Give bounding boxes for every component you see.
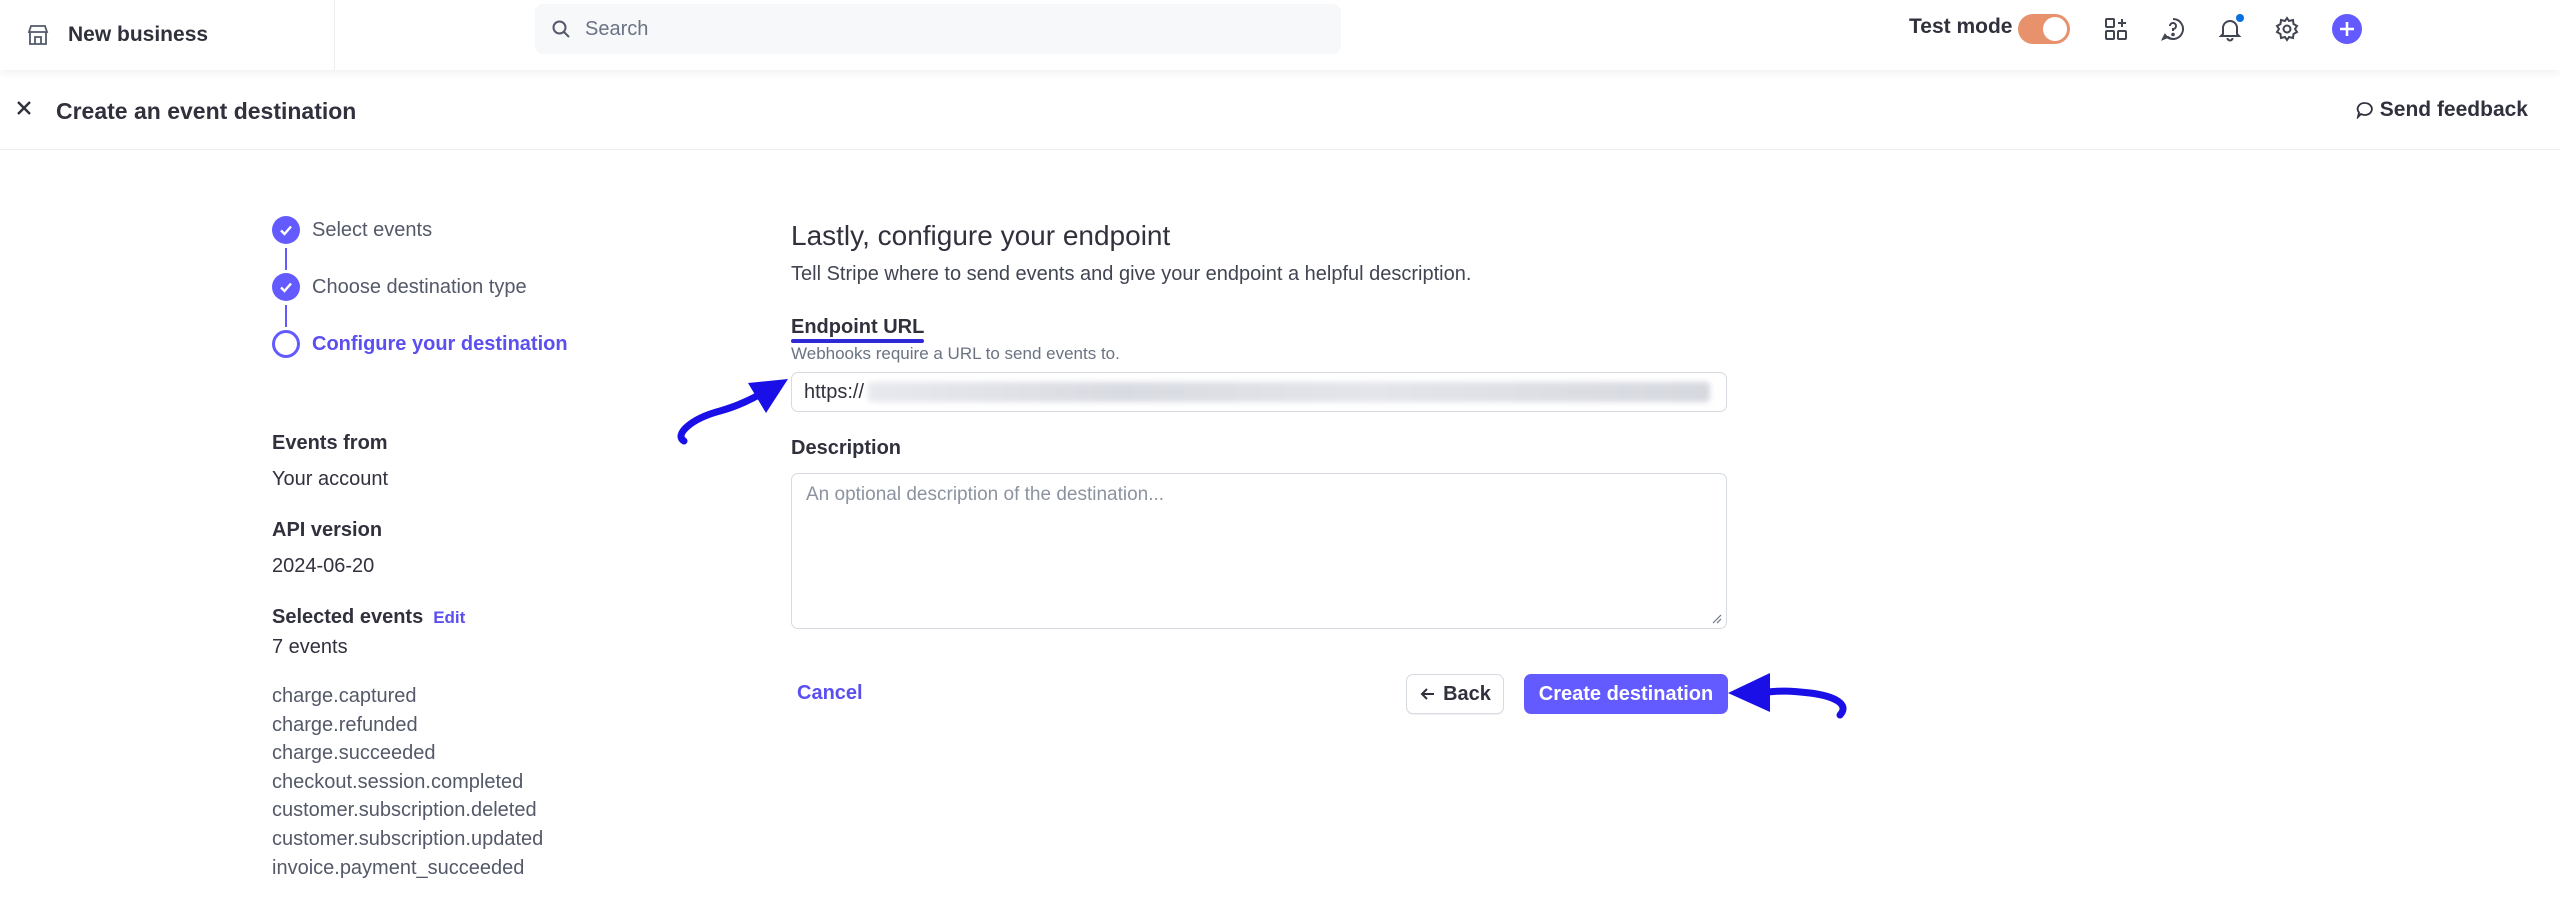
test-mode-label: Test mode [1909, 15, 2013, 38]
arrow-left-icon [1420, 688, 1435, 700]
event-item: charge.succeeded [272, 742, 436, 765]
events-from-label: Events from [272, 432, 388, 454]
step-active-indicator [272, 330, 300, 358]
step-complete-indicator [272, 273, 300, 301]
back-label: Back [1443, 682, 1491, 705]
form-title: Lastly, configure your endpoint [791, 220, 1171, 251]
selected-events-header: Selected events Edit [272, 606, 465, 629]
step-label: Configure your destination [312, 332, 568, 355]
api-version-value: 2024-06-20 [272, 555, 375, 577]
endpoint-url-input[interactable]: https:// [791, 372, 1727, 412]
search-bar[interactable]: Search [535, 4, 1341, 54]
description-placeholder: An optional description of the destinati… [806, 484, 1165, 505]
api-version-section: API version [272, 519, 382, 542]
events-from-value-wrap: Your account [272, 468, 388, 491]
checkmark-icon [280, 282, 292, 293]
step-select-events[interactable]: Select events [272, 216, 432, 244]
page-title: Create an event destination [56, 98, 357, 124]
events-count: 7 events [272, 636, 348, 658]
checkmark-icon [280, 225, 292, 236]
annotation-arrow-create [1728, 673, 1847, 719]
form-description: Tell Stripe where to send events and giv… [791, 263, 1472, 285]
back-button[interactable]: Back [1406, 674, 1504, 714]
endpoint-url-value: https:// [804, 380, 865, 403]
step-label: Select events [312, 218, 433, 241]
selected-events-list: charge.captured charge.refunded charge.s… [272, 682, 543, 882]
api-version-value-wrap: 2024-06-20 [272, 555, 374, 578]
events-count-wrap: 7 events [272, 636, 348, 659]
help-icon[interactable] [2160, 16, 2186, 42]
description-label: Description [791, 437, 902, 459]
send-feedback-label: Send feedback [2379, 98, 2528, 121]
account-name: New business [68, 23, 209, 46]
create-destination-label: Create destination [1538, 682, 1714, 705]
search-icon [552, 20, 570, 38]
edit-events-link[interactable]: Edit [433, 608, 465, 628]
send-feedback-button[interactable]: Send feedback [2356, 98, 2528, 122]
event-item: customer.subscription.updated [272, 827, 544, 850]
step-configure-destination[interactable]: Configure your destination [272, 330, 568, 358]
resize-handle-icon[interactable] [1710, 612, 1722, 624]
events-from-section: Events from [272, 432, 388, 455]
toggle-knob [2043, 17, 2067, 41]
plus-glyph [2340, 22, 2354, 36]
search-placeholder: Search [585, 17, 649, 40]
events-from-value: Your account [272, 468, 389, 490]
store-icon [27, 25, 49, 45]
api-version-label: API version [272, 519, 383, 541]
step-connector [285, 248, 287, 270]
test-mode-toggle[interactable] [2018, 14, 2070, 44]
event-item: checkout.session.completed [272, 770, 524, 793]
endpoint-url-label: Endpoint URL [791, 316, 925, 338]
selected-events-label: Selected events [272, 606, 424, 628]
close-icon[interactable] [12, 96, 36, 120]
redacted-url-blur [868, 382, 1711, 402]
chat-bubble-icon [2356, 102, 2373, 119]
add-icon[interactable] [2332, 14, 2362, 44]
step-choose-destination-type[interactable]: Choose destination type [272, 273, 527, 301]
event-item: charge.captured [272, 685, 417, 707]
step-label: Choose destination type [312, 275, 527, 298]
account-switcher[interactable]: New business [0, 0, 335, 70]
apps-icon[interactable] [2103, 16, 2129, 42]
settings-icon[interactable] [2274, 16, 2300, 42]
annotation-arrow-endpoint [677, 379, 788, 445]
step-connector [285, 305, 287, 327]
page-header: Create an event destination Send feedbac… [0, 70, 2560, 150]
description-textarea[interactable]: An optional description of the destinati… [791, 473, 1727, 629]
notification-badge [2236, 14, 2244, 22]
top-navigation-bar: New business Search Test mode [0, 0, 2560, 70]
annotation-underline [791, 339, 924, 343]
cancel-button[interactable]: Cancel [797, 682, 863, 705]
event-item: customer.subscription.deleted [272, 799, 537, 822]
event-item: invoice.payment_succeeded [272, 856, 525, 879]
create-destination-button[interactable]: Create destination [1524, 674, 1728, 714]
event-item: charge.refunded [272, 713, 418, 736]
endpoint-url-help: Webhooks require a URL to send events to… [791, 344, 1120, 363]
step-complete-indicator [272, 216, 300, 244]
